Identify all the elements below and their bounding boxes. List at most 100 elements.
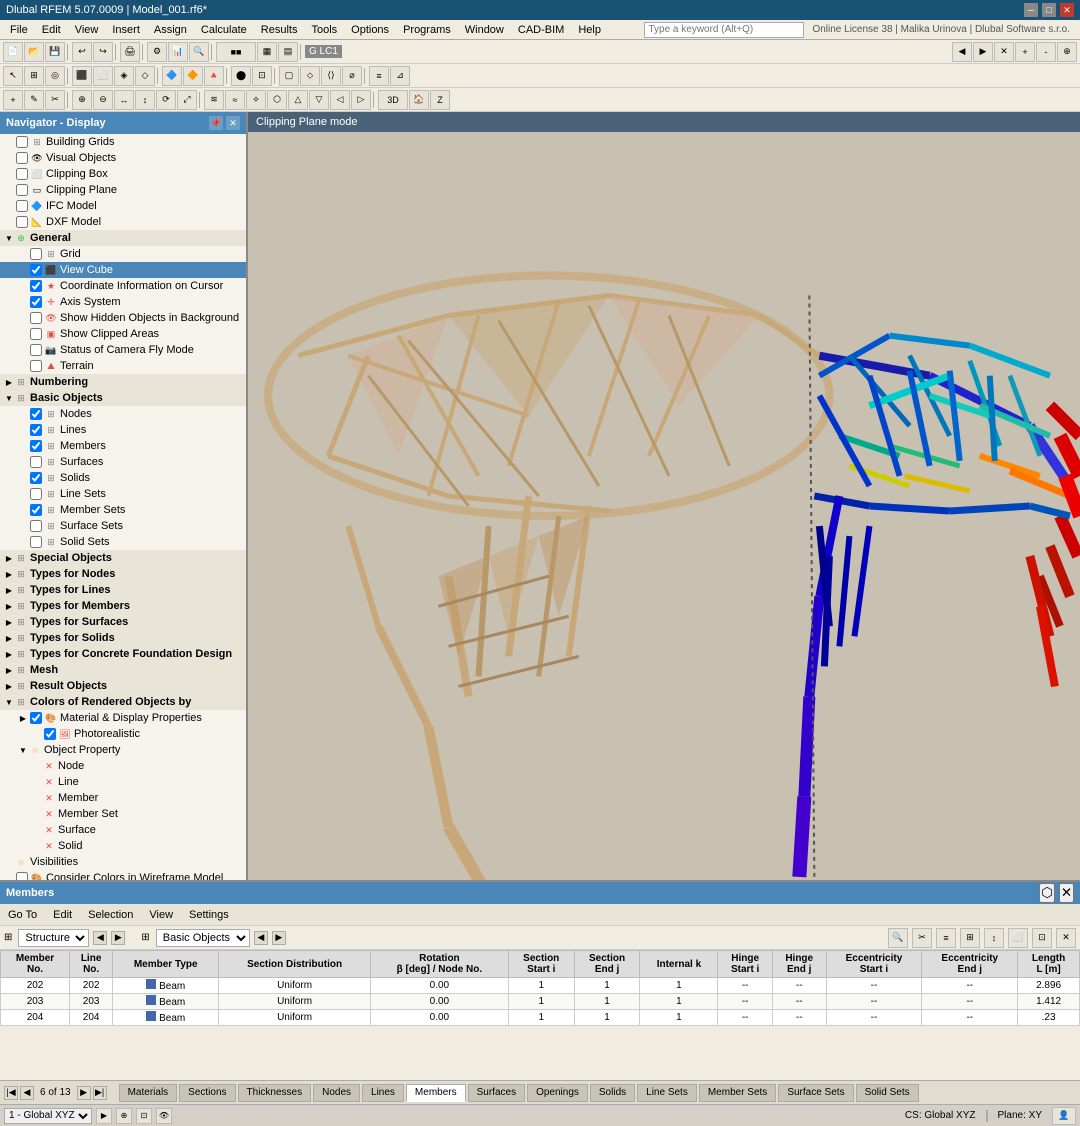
pagination-first[interactable]: |◀	[4, 1086, 18, 1100]
cb-ifc[interactable]	[16, 200, 28, 212]
search-input[interactable]	[644, 22, 804, 38]
tb3-b20[interactable]: Z	[430, 90, 450, 110]
tree-section-basic-objects[interactable]: ▼ ⊞ Basic Objects	[0, 390, 246, 406]
tab-materials[interactable]: Materials	[119, 1084, 178, 1102]
members-menu-view[interactable]: View	[145, 907, 177, 923]
members-float-btn[interactable]: ⬡	[1039, 883, 1055, 903]
tb3-b10[interactable]: ≋	[204, 90, 224, 110]
tb-b2[interactable]: 📊	[168, 42, 188, 62]
tree-item-photorealistic[interactable]: 🖼 Photorealistic	[0, 726, 246, 742]
members-tb-7[interactable]: ⊡	[1032, 928, 1052, 948]
cb-surface-sets[interactable]	[30, 520, 42, 532]
cb-material-display[interactable]	[30, 712, 42, 724]
tb2-b16[interactable]: ⌀	[342, 66, 362, 86]
members-menu-settings[interactable]: Settings	[185, 907, 233, 923]
cb-lines[interactable]	[30, 424, 42, 436]
tb2-b18[interactable]: ⊿	[390, 66, 410, 86]
menu-results[interactable]: Results	[255, 22, 304, 38]
members-dropdown-structure[interactable]: Structure	[18, 929, 89, 947]
tree-item-surface-prop[interactable]: ✕ Surface	[0, 822, 246, 838]
tb3-b5[interactable]: ⊖	[93, 90, 113, 110]
tree-section-types-nodes[interactable]: ▶ ⊞ Types for Nodes	[0, 566, 246, 582]
cb-solids-bo[interactable]	[30, 472, 42, 484]
tb3-b17[interactable]: ▷	[351, 90, 371, 110]
tb2-b1[interactable]: ↖	[3, 66, 23, 86]
tree-section-special[interactable]: ▶ ⊞ Special Objects	[0, 550, 246, 566]
type-next-arrow[interactable]: ▶	[272, 931, 286, 945]
menu-tools[interactable]: Tools	[305, 22, 343, 38]
members-close-btn[interactable]: ✕	[1059, 883, 1074, 903]
tb3-b15[interactable]: ▽	[309, 90, 329, 110]
cb-solid-sets[interactable]	[30, 536, 42, 548]
tb2-b11[interactable]: ⬤	[231, 66, 251, 86]
cb-terrain[interactable]	[30, 360, 42, 372]
tb3-b3[interactable]: ✂	[45, 90, 65, 110]
cb-consider-colors[interactable]	[16, 872, 28, 880]
tb3-b19[interactable]: 🏠	[409, 90, 429, 110]
cb-grid[interactable]	[30, 248, 42, 260]
members-dropdown-type[interactable]: Basic Objects	[156, 929, 250, 947]
menu-assign[interactable]: Assign	[148, 22, 193, 38]
nav-close-button[interactable]: ✕	[226, 116, 240, 130]
cs-selector[interactable]: 1 - Global XYZ	[4, 1108, 92, 1124]
menu-help[interactable]: Help	[572, 22, 607, 38]
expander-basic-objects[interactable]: ▼	[4, 393, 14, 403]
members-tb-8[interactable]: ✕	[1056, 928, 1076, 948]
members-tb-6[interactable]: ⬜	[1008, 928, 1028, 948]
tab-thicknesses[interactable]: Thicknesses	[238, 1084, 312, 1102]
tb3-b8[interactable]: ⟳	[156, 90, 176, 110]
tree-section-general[interactable]: ▼ ⊕ General	[0, 230, 246, 246]
tree-item-view-cube[interactable]: ⬛ View Cube	[0, 262, 246, 278]
members-tb-1[interactable]: 🔍	[888, 928, 908, 948]
tb3-b11[interactable]: ≈	[225, 90, 245, 110]
tree-section-types-members[interactable]: ▶ ⊞ Types for Members	[0, 598, 246, 614]
tb-right1[interactable]: ◀	[952, 42, 972, 62]
tree-item-coord-info[interactable]: ★ Coordinate Information on Cursor	[0, 278, 246, 294]
tree-item-consider-colors[interactable]: 🎨 Consider Colors in Wireframe Model	[0, 870, 246, 880]
menu-edit[interactable]: Edit	[36, 22, 67, 38]
tab-member-sets[interactable]: Member Sets	[699, 1084, 776, 1102]
tb-right5[interactable]: -	[1036, 42, 1056, 62]
close-button[interactable]: ✕	[1060, 3, 1074, 17]
tb2-b15[interactable]: ⟨⟩	[321, 66, 341, 86]
table-row[interactable]: 202 202 Beam Uniform 0.00 1 1 1 -- -- --…	[1, 978, 1080, 994]
members-tb-2[interactable]: ✂	[912, 928, 932, 948]
new-btn[interactable]: 📄	[3, 42, 23, 62]
tree-item-solid-prop[interactable]: ✕ Solid	[0, 838, 246, 854]
tab-line-sets[interactable]: Line Sets	[637, 1084, 697, 1102]
status-last-btn[interactable]: 👤	[1052, 1107, 1076, 1125]
members-tb-5[interactable]: ↕	[984, 928, 1004, 948]
tree-section-types-solids[interactable]: ▶ ⊞ Types for Solids	[0, 630, 246, 646]
tb-b1[interactable]: ⚙	[147, 42, 167, 62]
tree-item-building-grids[interactable]: ⊞ Building Grids	[0, 134, 246, 150]
table-row[interactable]: 203 203 Beam Uniform 0.00 1 1 1 -- -- --…	[1, 994, 1080, 1010]
tree-item-terrain[interactable]: ⛰ Terrain	[0, 358, 246, 374]
menu-options[interactable]: Options	[345, 22, 395, 38]
tb3-b2[interactable]: ✎	[24, 90, 44, 110]
pagination-prev[interactable]: ◀	[20, 1086, 34, 1100]
cb-clipping-plane[interactable]	[16, 184, 28, 196]
tb-b6[interactable]: ▤	[278, 42, 298, 62]
cb-view-cube[interactable]	[30, 264, 42, 276]
menu-calculate[interactable]: Calculate	[195, 22, 253, 38]
tb-b5[interactable]: ▦	[257, 42, 277, 62]
cb-status-camera[interactable]	[30, 344, 42, 356]
menu-file[interactable]: File	[4, 22, 34, 38]
expander-numbering[interactable]: ▶	[4, 377, 14, 387]
tree-section-colors-rendered[interactable]: ▼ ⊞ Colors of Rendered Objects by	[0, 694, 246, 710]
status-btn1[interactable]: ▶	[96, 1108, 112, 1124]
minimize-button[interactable]: ─	[1024, 3, 1038, 17]
tree-section-mesh[interactable]: ▶ ⊞ Mesh	[0, 662, 246, 678]
tb-b4[interactable]: ■■	[216, 42, 256, 62]
cb-photorealistic[interactable]	[44, 728, 56, 740]
tree-section-numbering[interactable]: ▶ ⊞ Numbering	[0, 374, 246, 390]
members-tb-3[interactable]: ≡	[936, 928, 956, 948]
tb2-b6[interactable]: ◈	[114, 66, 134, 86]
tree-section-types-surfaces[interactable]: ▶ ⊞ Types for Surfaces	[0, 614, 246, 630]
tb3-b4[interactable]: ⊕	[72, 90, 92, 110]
tb2-b2[interactable]: ⊞	[24, 66, 44, 86]
tab-solids[interactable]: Solids	[590, 1084, 635, 1102]
tree-item-status-camera[interactable]: 📷 Status of Camera Fly Mode	[0, 342, 246, 358]
tb3-b12[interactable]: ⟡	[246, 90, 266, 110]
cb-line-sets[interactable]	[30, 488, 42, 500]
